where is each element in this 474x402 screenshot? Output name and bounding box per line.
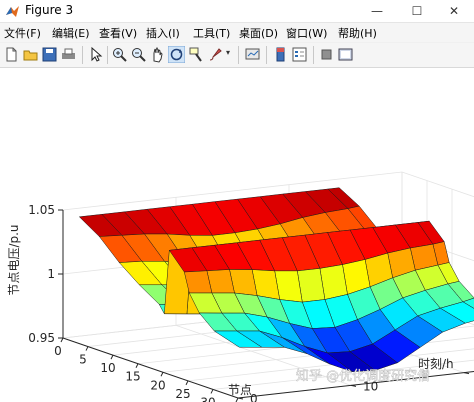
menu-help[interactable]: 帮助(H) xyxy=(338,25,377,41)
figure-canvas[interactable]: 0510152025303501020300.9511.05 节点电压/p.u … xyxy=(0,68,474,402)
matlab-logo-icon xyxy=(6,6,19,17)
hide-plot-tools-icon[interactable] xyxy=(318,46,335,63)
rotate-3d-icon[interactable] xyxy=(168,46,185,63)
data-cursor-icon[interactable] xyxy=(188,46,205,63)
x-tick-label: 5 xyxy=(79,353,87,367)
x-tick-label: 0 xyxy=(54,344,62,358)
pan-hand-icon[interactable] xyxy=(149,46,166,63)
zoom-in-icon[interactable] xyxy=(111,46,128,63)
save-icon[interactable] xyxy=(41,46,58,63)
x-tick-mark xyxy=(60,337,64,343)
legend-icon[interactable] xyxy=(291,46,308,63)
x-tick-label: 30 xyxy=(200,395,215,402)
brush-icon[interactable] xyxy=(207,46,224,63)
menu-file[interactable]: 文件(F) xyxy=(4,25,41,41)
x-tick-label: 15 xyxy=(125,370,140,384)
x-tick-mark xyxy=(235,397,239,402)
new-figure-icon[interactable] xyxy=(3,46,20,63)
surface-plot[interactable]: 0510152025303501020300.9511.05 节点电压/p.u … xyxy=(0,68,474,402)
x-axis-label: 节点 xyxy=(228,383,252,397)
window-title-bar: Figure 3 — ☐ ✕ xyxy=(0,0,474,23)
x-tick-mark xyxy=(210,389,214,394)
colorbar-icon[interactable] xyxy=(272,46,289,63)
toolbar-separator xyxy=(266,46,267,64)
x-tick-mark xyxy=(135,363,139,368)
toolbar-separator xyxy=(107,46,108,64)
menu-tools[interactable]: 工具(T) xyxy=(193,25,230,41)
close-button[interactable]: ✕ xyxy=(434,0,474,22)
y-tick-mark xyxy=(237,397,244,400)
zoom-out-icon[interactable] xyxy=(130,46,147,63)
figure-toolbar: ▾ xyxy=(0,43,474,68)
z-tick-label: 1 xyxy=(47,267,55,281)
print-icon[interactable] xyxy=(60,46,77,63)
x-tick-label: 10 xyxy=(100,361,115,375)
brush-dropdown-icon[interactable]: ▾ xyxy=(226,48,230,57)
y-tick-mark xyxy=(463,372,470,375)
link-plot-icon[interactable] xyxy=(244,46,261,63)
watermark-text: 知乎 @优化调度研究僧 xyxy=(296,368,430,384)
menu-bar: 文件(F) 编辑(E) 查看(V) 插入(I) 工具(T) 桌面(D) 窗口(W… xyxy=(0,23,474,42)
x-tick-mark xyxy=(110,354,114,360)
menu-view[interactable]: 查看(V) xyxy=(99,25,137,41)
z-axis-label: 节点电压/p.u xyxy=(7,224,21,295)
menu-desktop[interactable]: 桌面(D) xyxy=(239,25,278,41)
open-file-icon[interactable] xyxy=(22,46,39,63)
menu-insert[interactable]: 插入(I) xyxy=(146,25,180,41)
z-tick-label: 0.95 xyxy=(28,331,55,345)
menu-edit[interactable]: 编辑(E) xyxy=(52,25,90,41)
x-tick-mark xyxy=(160,372,164,377)
edit-plot-arrow-icon[interactable] xyxy=(87,46,104,63)
x-tick-label: 25 xyxy=(175,387,190,401)
show-plot-tools-icon[interactable] xyxy=(337,46,354,63)
window-title: Figure 3 xyxy=(25,3,74,17)
x-tick-label: 20 xyxy=(150,378,165,392)
maximize-button[interactable]: ☐ xyxy=(397,0,437,22)
toolbar-separator xyxy=(82,46,83,64)
minimize-button[interactable]: — xyxy=(357,0,397,22)
surface-patch xyxy=(183,270,213,294)
z-tick-label: 1.05 xyxy=(28,203,55,217)
x-tick-mark xyxy=(185,380,189,386)
toolbar-separator xyxy=(238,46,239,64)
x-tick-mark xyxy=(85,346,89,351)
menu-window[interactable]: 窗口(W) xyxy=(286,25,327,41)
y-tick-mark xyxy=(350,384,357,387)
toolbar-separator xyxy=(313,46,314,64)
